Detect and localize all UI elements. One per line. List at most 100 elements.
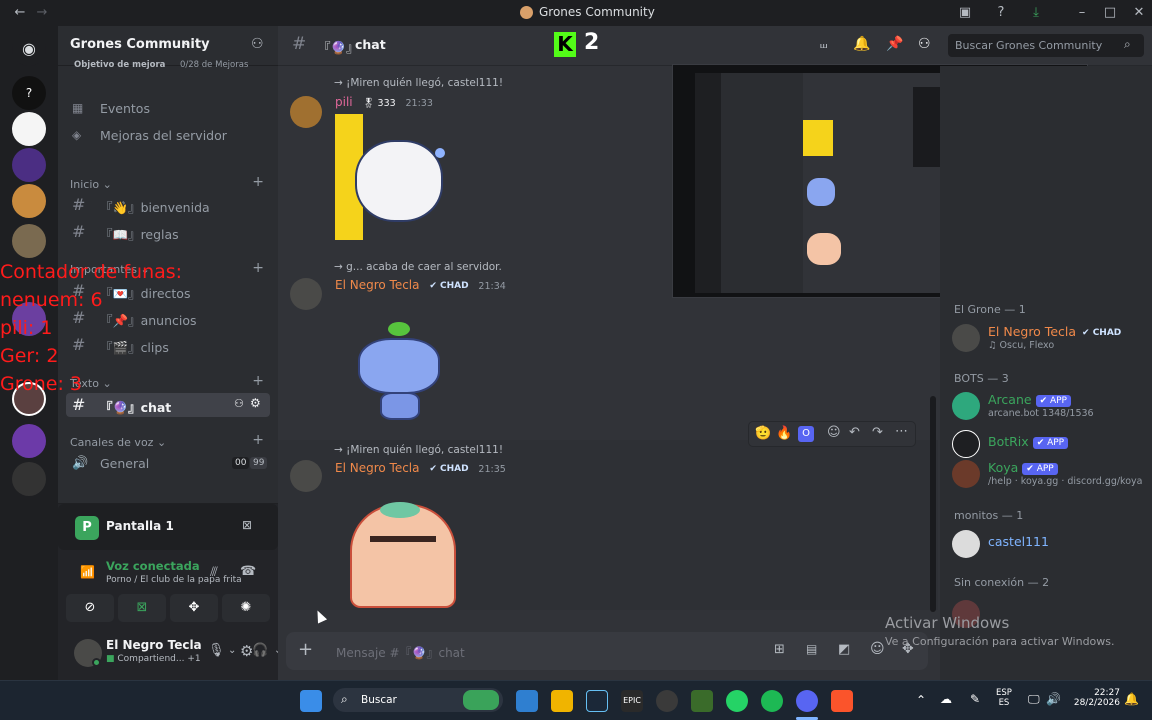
member-item[interactable]: El Negro Tecla ✔ CHAD ♫ Oscu, Flexo [952, 320, 1148, 356]
author-name[interactable]: pili [335, 95, 353, 109]
voice-status[interactable]: Voz conectada [106, 559, 200, 573]
author-name[interactable]: El Negro Tecla [335, 461, 420, 475]
reaction-fire-icon[interactable]: 🔥 [776, 426, 792, 441]
discord-home-icon[interactable]: ◉ [12, 32, 46, 66]
volume-icon[interactable]: 🔊 [1046, 692, 1061, 706]
server-icon-5[interactable] [12, 224, 46, 258]
member-item[interactable]: Koya ✔ APP /help · koya.gg · discord.gg/k… [952, 456, 1148, 492]
sticker-icon[interactable]: ◩ [838, 642, 850, 657]
avatar[interactable] [290, 460, 322, 492]
forward-arrow-icon[interactable]: → [34, 5, 50, 21]
headphones-icon[interactable]: 🎧 [252, 643, 268, 658]
gif-icon[interactable]: ▤ [806, 642, 817, 656]
add-channel-icon[interactable]: + [252, 432, 264, 448]
avatar[interactable] [290, 278, 322, 310]
gift-icon[interactable]: ⊞ [774, 642, 785, 657]
whatsapp-icon[interactable] [726, 690, 748, 712]
more-icon[interactable]: ⋯ [895, 424, 908, 439]
emoji-icon[interactable]: ☺ [870, 641, 885, 657]
add-reaction-icon[interactable]: ☺ [827, 425, 841, 440]
member-list-icon[interactable]: ⚇ [918, 36, 931, 52]
channel-reglas[interactable]: # 『📖』reglas [66, 220, 270, 244]
help-icon[interactable]: ? [993, 5, 1009, 21]
member-item[interactable]: castel111 [952, 526, 1148, 562]
noise-suppression-icon[interactable]: ⫻ [210, 565, 218, 580]
minimize-icon[interactable]: – [1074, 5, 1090, 21]
server-icon-8[interactable] [12, 462, 46, 496]
screen-share-button[interactable]: ⊠ [118, 594, 166, 622]
add-channel-icon[interactable]: + [252, 373, 264, 389]
maximize-icon[interactable]: □ [1102, 5, 1118, 21]
discord-taskbar-icon[interactable] [796, 690, 818, 712]
cloud-icon[interactable]: ☁ [940, 692, 952, 706]
bell-icon[interactable]: 🔔 [853, 36, 870, 52]
add-channel-icon[interactable]: + [252, 260, 264, 276]
camera-off-button[interactable]: ⊘ [66, 594, 114, 622]
clock[interactable]: 22:27 28/2/2026 [1074, 688, 1120, 708]
voice-channel-general[interactable]: 🔊 General 00 99 [66, 452, 270, 476]
member-item[interactable]: Arcane ✔ APP arcane.bot 1348/1536 [952, 388, 1148, 424]
invite-icon[interactable]: ⚇ [234, 397, 244, 410]
voice-channel-path[interactable]: Porno / El club de la papa frita [106, 575, 242, 585]
download-icon[interactable]: ⤓ [1028, 5, 1044, 21]
server-icon-3[interactable] [12, 148, 46, 182]
add-channel-icon[interactable]: + [252, 174, 264, 190]
disconnect-icon[interactable]: ☎ [240, 564, 256, 579]
gear-icon[interactable]: ⚙ [250, 396, 261, 410]
user-settings-icon[interactable]: ⚙ [240, 642, 253, 660]
steam-icon[interactable] [586, 690, 608, 712]
reply-icon[interactable]: ↶ [849, 425, 860, 440]
server-boosts-item[interactable]: ◈ Mejoras del servidor [66, 124, 270, 148]
avatar[interactable] [290, 96, 322, 128]
author-name[interactable]: El Negro Tecla [335, 278, 420, 292]
server-icon-7[interactable] [12, 424, 46, 458]
file-explorer-icon[interactable] [551, 690, 573, 712]
brave-browser-icon[interactable] [831, 690, 853, 712]
boost-goal-label[interactable]: Objetivo de mejora [74, 60, 165, 70]
back-arrow-icon[interactable]: ← [12, 5, 28, 21]
network-icon[interactable]: 🖵 [1028, 692, 1040, 707]
close-stream-icon[interactable]: ⊠ [242, 518, 252, 532]
add-attachment-icon[interactable]: + [298, 639, 313, 660]
microphone-icon[interactable]: 🎙 [208, 643, 225, 658]
forward-icon[interactable]: ↷ [872, 425, 883, 440]
events-item[interactable]: ▦ Eventos [66, 97, 270, 121]
soundboard-button[interactable]: ✺ [222, 594, 270, 622]
minecraft-icon[interactable] [691, 690, 713, 712]
user-name[interactable]: El Negro Tecla [106, 638, 202, 652]
sticker-image[interactable] [352, 320, 446, 424]
server-icon-4[interactable] [12, 184, 46, 218]
notifications-icon[interactable]: 🔔 [1124, 692, 1139, 706]
sticker-image[interactable] [346, 500, 460, 608]
reaction-emoji-icon[interactable]: 🫡 [755, 426, 771, 441]
threads-icon[interactable]: ⧢ [820, 36, 827, 52]
pin-icon[interactable]: 📌 [886, 36, 903, 52]
reply-preview[interactable]: → ¡Miren quién llegó, castel111! [334, 444, 503, 456]
inbox-icon[interactable]: ▣ [957, 5, 973, 21]
task-view-icon[interactable] [516, 690, 538, 712]
category-voz[interactable]: Canales de voz ⌄ [70, 436, 166, 449]
spotify-icon[interactable] [761, 690, 783, 712]
server-icon-2[interactable] [12, 112, 46, 146]
reaction-custom-icon[interactable]: O [798, 426, 814, 442]
sticker-image[interactable] [335, 114, 455, 240]
chevron-up-icon[interactable]: ⌃ [916, 693, 926, 707]
windows-start-icon[interactable] [300, 690, 322, 712]
chat-scrollbar[interactable] [930, 396, 936, 612]
channel-bienvenida[interactable]: # 『👋』bienvenida [66, 193, 270, 217]
pen-icon[interactable]: ✎ [970, 692, 980, 706]
invite-people-icon[interactable]: ⚇ [251, 36, 264, 52]
message-composer[interactable]: + Mensaje #『🔮』chat ⊞ ▤ ◩ ☺ ✥ [286, 632, 928, 670]
reply-preview[interactable]: → ¡Miren quién llegó, castel111! [334, 77, 503, 89]
category-inicio[interactable]: Inicio ⌄ [70, 178, 112, 191]
chevron-down-icon[interactable]: ⌄ [228, 645, 236, 656]
message-input[interactable]: Mensaje #『🔮』chat [336, 644, 465, 661]
search-box[interactable]: Buscar Grones Community ⌕ [948, 34, 1144, 57]
activities-button[interactable]: ✥ [170, 594, 218, 622]
epic-games-icon[interactable]: EPIC [621, 690, 643, 712]
taskbar-search[interactable]: ⌕ Buscar [333, 688, 503, 712]
obs-icon[interactable] [656, 690, 678, 712]
language-indicator[interactable]: ESP ES [996, 688, 1012, 708]
reply-preview[interactable]: → g... acaba de caer al servidor. [334, 261, 502, 273]
server-icon-1[interactable]: ? [12, 76, 46, 110]
